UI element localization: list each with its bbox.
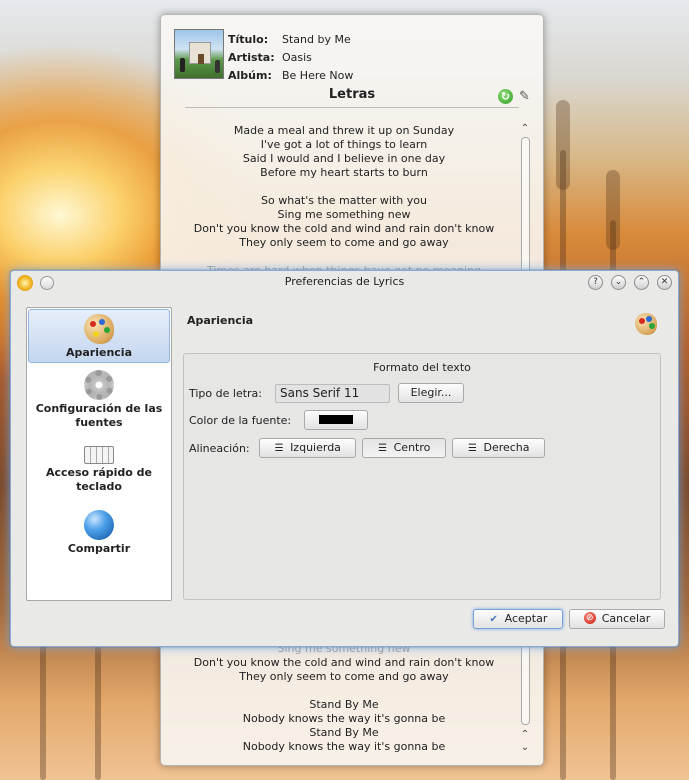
dialog-title: Preferencias de Lyrics [284,275,405,288]
settings-sidebar: Apariencia Configuración de las fuentes … [26,307,172,601]
sidebar-item-apariencia[interactable]: Apariencia [28,309,170,363]
globe-icon [84,510,114,540]
lyrics-line [175,684,513,698]
lyrics-text-top: Made a meal and threw it up on Sunday I'v… [175,124,513,278]
choose-font-button[interactable]: Elegir... [398,383,464,403]
sidebar-item-compartir[interactable]: Compartir [28,510,170,558]
settings-tools-icon[interactable]: ✎ [517,89,532,104]
dialog-titlebar[interactable]: Preferencias de Lyrics ? ⌄ ⌃ ✕ [11,271,678,295]
lyrics-line: Made a meal and threw it up on Sunday [233,124,455,137]
lyrics-line: They only seem to come and go away [239,670,449,683]
lyrics-line: I've got a lot of things to learn [260,138,428,151]
sidebar-item-configuracion-fuentes[interactable]: Configuración de las fuentes [28,370,170,430]
palette-icon [635,313,657,335]
keyboard-icon [84,446,114,464]
lyrics-line: Nobody knows the way it's gonna be [242,712,446,725]
cancel-button[interactable]: ⊘ Cancelar [569,609,665,629]
track-metadata: Título: Stand by Me Artista: Oasis Albúm… [228,30,353,84]
scroll-up-arrow-bottom[interactable]: ⌃ [518,729,532,741]
sidebar-item-label: Configuración de las fuentes [35,402,163,429]
preferences-dialog: Preferencias de Lyrics ? ⌄ ⌃ ✕ Aparienci… [10,270,679,647]
maximize-button[interactable]: ⌃ [634,275,649,290]
align-center-button[interactable]: ☰ Centro [362,438,446,458]
sidebar-item-label: Compartir [67,542,131,555]
sidebar-item-label: Apariencia [65,346,132,359]
scroll-up-arrow[interactable]: ⌃ [518,123,532,135]
color-swatch [319,415,353,424]
font-label: Tipo de letra: [189,387,262,400]
title-value: Stand by Me [282,32,351,46]
lyrics-line: Don't you know the cold and wind and rai… [193,222,495,235]
font-color-label: Color de la fuente: [189,414,292,427]
minimize-button[interactable]: ⌄ [611,275,626,290]
help-button[interactable]: ? [588,275,603,290]
lyrics-line: Stand By Me [309,726,379,739]
artist-key: Artista: [228,50,275,64]
check-icon: ✔ [489,614,498,625]
album-key: Albúm: [228,68,272,82]
lyrics-section-title: Letras [328,87,376,102]
cancel-label: Cancelar [601,612,651,625]
group-title: Formato del texto [373,361,471,374]
alignment-label: Alineación: [189,442,250,455]
reload-icon[interactable]: ↻ [498,89,513,104]
lyrics-line: Stand By Me [309,698,379,711]
lyrics-line: Nobody knows the way it's gonna be [242,740,446,753]
align-right-icon: ☰ [467,443,477,454]
align-left-button[interactable]: ☰ Izquierda [259,438,356,458]
lyrics-line [175,250,513,264]
ok-button[interactable]: ✔ Aceptar [473,609,563,629]
lyrics-line: Said I would and I believe in one day [242,152,446,165]
title-key: Título: [228,32,269,46]
scroll-down-arrow[interactable]: ⌄ [518,742,532,754]
album-cover [174,29,224,79]
align-center-icon: ☰ [378,443,388,454]
align-center-label: Centro [393,441,431,454]
lyrics-line: Sing me something new [277,208,411,221]
palette-icon [84,314,114,344]
lyrics-line: They only seem to come and go away [239,236,449,249]
text-format-group: Formato del texto Tipo de letra: Sans Se… [183,353,661,600]
close-button[interactable]: ✕ [657,275,672,290]
font-display-field[interactable]: Sans Serif 11 [275,384,390,403]
lyrics-text-bottom: Sing me something new Don't you know the … [175,642,513,754]
align-right-button[interactable]: ☰ Derecha [452,438,545,458]
cancel-icon: ⊘ [583,612,596,624]
sidebar-item-acceso-rapido[interactable]: Acceso rápido de teclado [28,440,170,500]
lyrics-line: Before my heart starts to burn [260,166,428,179]
artist-value: Oasis [282,50,312,64]
lyrics-line: So what's the matter with you [261,194,427,207]
background-stalk-head [556,100,570,190]
lyrics-line [175,180,513,194]
lyrics-line: Don't you know the cold and wind and rai… [193,656,495,669]
background-stalk-head [606,170,620,250]
sidebar-item-label: Acceso rápido de teclado [45,466,153,493]
align-right-label: Derecha [483,441,530,454]
page-title: Apariencia [187,314,254,327]
align-left-icon: ☰ [274,443,284,454]
divider [185,107,519,108]
font-color-button[interactable] [304,410,368,430]
align-left-label: Izquierda [290,441,341,454]
album-value: Be Here Now [282,68,354,82]
ok-label: Aceptar [504,612,548,625]
gear-icon [84,370,114,400]
